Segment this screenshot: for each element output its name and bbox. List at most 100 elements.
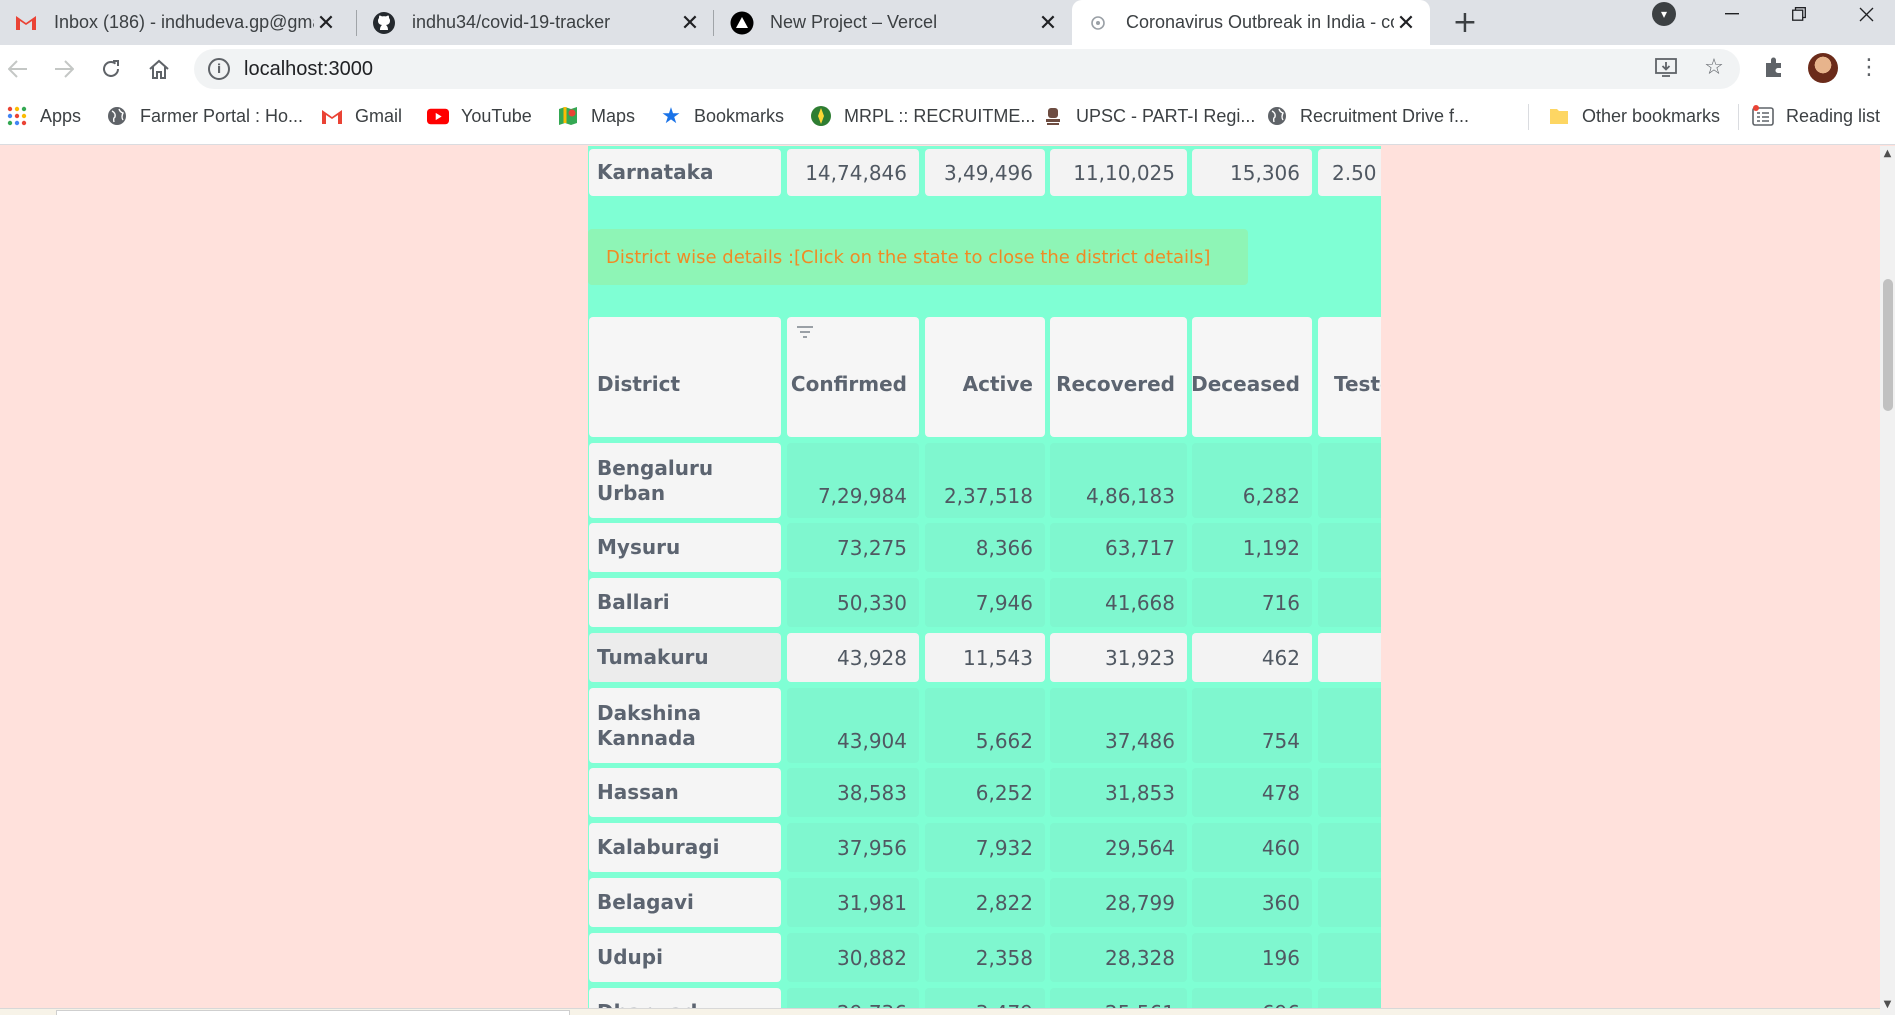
reload-icon[interactable]	[93, 51, 129, 87]
state-name-cell[interactable]: Karnataka	[589, 149, 781, 196]
restore-icon[interactable]	[1767, 0, 1831, 28]
district-active: 7,946	[975, 590, 1033, 615]
header-label: Deceased	[1191, 372, 1300, 396]
district-confirmed: 37,956	[837, 835, 907, 860]
header-tested[interactable]: Teste	[1318, 317, 1381, 437]
district-name-cell[interactable]: Udupi	[589, 933, 781, 982]
home-icon[interactable]	[141, 51, 177, 87]
state-recovered-cell: 11,10,025	[1050, 149, 1187, 196]
tab-title: Coronavirus Outbreak in India - covid19i…	[1126, 12, 1394, 32]
district-deceased-cell: 716	[1192, 578, 1312, 627]
state-active-cell: 3,49,496	[925, 149, 1045, 196]
district-recovered: 28,328	[1105, 945, 1175, 970]
close-tab-icon[interactable]: ✕	[1036, 10, 1060, 35]
district-deceased-cell: 462	[1192, 633, 1312, 682]
bookmark-star-icon[interactable]: ☆	[1700, 53, 1728, 81]
scrollbar-thumb[interactable]	[1883, 279, 1893, 411]
download-shelf	[0, 1008, 1880, 1015]
district-active-cell: 2,358	[925, 933, 1045, 982]
bookmark-farmer-portal[interactable]: Farmer Portal : Ho...	[106, 95, 303, 137]
close-tab-icon[interactable]: ✕	[1394, 10, 1418, 35]
forward-icon[interactable]	[46, 51, 82, 87]
header-label: Recovered	[1056, 372, 1175, 396]
tab-search-icon[interactable]: ▾	[1652, 2, 1676, 26]
loading-icon	[1086, 11, 1110, 35]
bookmark-youtube[interactable]: YouTube	[427, 95, 532, 137]
bookmark-upsc[interactable]: UPSC - PART-I Regi...	[1042, 95, 1255, 137]
district-recovered-cell: 37,486	[1050, 688, 1187, 763]
district-deceased: 754	[1261, 729, 1300, 753]
district-name-cell[interactable]: Belagavi	[589, 878, 781, 927]
header-recovered[interactable]: Recovered	[1050, 317, 1187, 437]
district-name-cell[interactable]: Hassan	[589, 768, 781, 817]
district-name-cell[interactable]: Mysuru	[589, 523, 781, 572]
close-tab-icon[interactable]: ✕	[314, 10, 338, 35]
url-text[interactable]: localhost:3000	[244, 58, 1740, 81]
district-confirmed: 73,275	[837, 535, 907, 560]
district-name: Mysuru	[597, 535, 681, 559]
district-active: 7,932	[975, 835, 1033, 860]
district-deceased: 196	[1261, 945, 1300, 970]
district-confirmed-cell: 73,275	[787, 523, 919, 572]
bookmark-mrpl[interactable]: MRPL :: RECRUITME...	[810, 95, 1035, 137]
tab-strip: Inbox (186) - indhudeva.gp@gmail.com ✕ i…	[0, 0, 1895, 45]
district-deceased: 6,282	[1242, 484, 1300, 508]
profile-avatar[interactable]	[1808, 53, 1838, 83]
district-deceased: 462	[1261, 645, 1300, 670]
district-name-cell[interactable]: Ballari	[589, 578, 781, 627]
extensions-icon[interactable]	[1760, 53, 1788, 81]
address-bar[interactable]: i localhost:3000	[194, 49, 1740, 89]
district-name-cell[interactable]: Dakshina Kannada	[589, 688, 781, 763]
install-app-icon[interactable]	[1652, 53, 1680, 81]
district-confirmed-cell: 31,981	[787, 878, 919, 927]
tab-github[interactable]: indhu34/covid-19-tracker ✕	[358, 0, 714, 45]
bookmark-recruitment-drive[interactable]: Recruitment Drive f...	[1266, 95, 1469, 137]
minimize-icon[interactable]	[1700, 0, 1764, 28]
header-district[interactable]: District	[589, 317, 781, 437]
scroll-up-icon[interactable]: ▲	[1880, 148, 1895, 162]
bookmark-reading-list[interactable]: Reading list	[1752, 95, 1880, 137]
district-tested-cell	[1318, 878, 1381, 927]
bookmark-label: Recruitment Drive f...	[1300, 105, 1470, 126]
district-deceased-cell: 460	[1192, 823, 1312, 872]
bookmarks-divider	[1528, 104, 1529, 130]
tab-divider	[356, 10, 357, 36]
district-deceased: 716	[1261, 590, 1300, 615]
district-name: Belagavi	[597, 890, 694, 914]
page-scrollbar[interactable]: ▲ ▼	[1880, 146, 1895, 1015]
header-label: Active	[962, 372, 1033, 396]
sort-filter-icon[interactable]	[797, 326, 813, 338]
district-name-cell[interactable]: Tumakuru	[589, 633, 781, 682]
bookmark-apps[interactable]: Apps	[6, 95, 81, 137]
covid-table-panel: Karnataka 14,74,846 3,49,496 11,10,025 1…	[588, 146, 1381, 1015]
tab-vercel[interactable]: New Project – Vercel ✕	[716, 0, 1072, 45]
bookmark-other-bookmarks[interactable]: Other bookmarks	[1548, 95, 1720, 137]
district-name-cell[interactable]: Kalaburagi	[589, 823, 781, 872]
close-window-icon[interactable]	[1834, 0, 1895, 28]
bookmark-label: Reading list	[1786, 105, 1881, 126]
tab-gmail[interactable]: Inbox (186) - indhudeva.gp@gmail.com ✕	[0, 0, 350, 45]
bookmark-maps[interactable]: Maps	[557, 95, 635, 137]
download-item[interactable]	[56, 1010, 570, 1015]
district-confirmed: 43,904	[837, 729, 907, 753]
district-name: Bengaluru Urban	[597, 455, 714, 505]
district-deceased: 460	[1261, 835, 1300, 860]
district-active-cell: 11,543	[925, 633, 1045, 682]
menu-kebab-icon[interactable]: ⋮	[1855, 53, 1883, 81]
district-deceased-cell: 478	[1192, 768, 1312, 817]
bookmark-bookmarks[interactable]: ★ Bookmarks	[660, 95, 784, 137]
district-name-cell[interactable]: Bengaluru Urban	[589, 443, 781, 518]
header-active[interactable]: Active	[925, 317, 1045, 437]
tab-covid-tracker[interactable]: Coronavirus Outbreak in India - covid19i…	[1072, 0, 1430, 45]
youtube-icon	[427, 105, 449, 127]
district-active-cell: 6,252	[925, 768, 1045, 817]
scroll-down-icon[interactable]: ▼	[1880, 999, 1895, 1013]
github-icon	[372, 11, 396, 35]
star-icon: ★	[661, 103, 681, 128]
close-tab-icon[interactable]: ✕	[678, 10, 702, 35]
back-icon[interactable]	[0, 51, 36, 87]
site-info-icon[interactable]: i	[208, 58, 230, 80]
header-deceased[interactable]: Deceased	[1191, 317, 1312, 437]
new-tab-button[interactable]: +	[1447, 4, 1483, 40]
bookmark-gmail[interactable]: Gmail	[321, 95, 402, 137]
